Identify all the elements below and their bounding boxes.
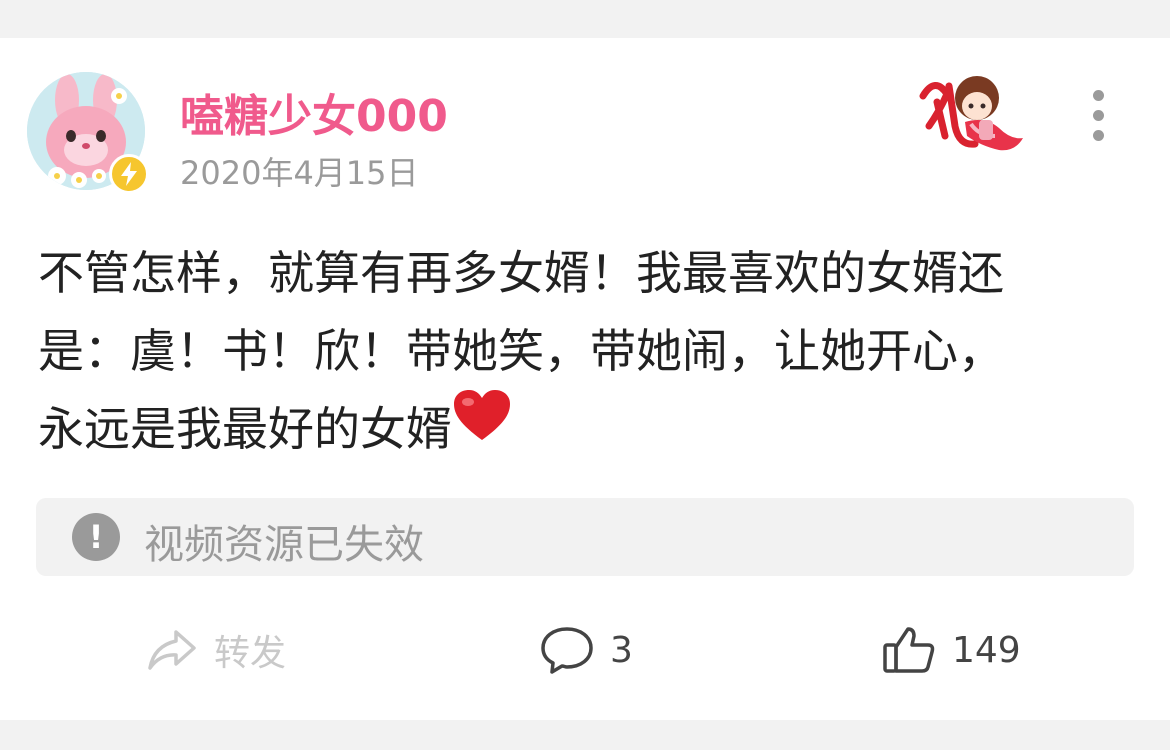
verified-badge [109, 154, 149, 194]
like-count: 149 [952, 629, 1021, 671]
post-card: 嗑糖少女000 2020年4月15日 不管怎样，就算有再多女婿！我最喜欢的女婿还… [0, 38, 1170, 720]
notice-text: 视频资源已失效 [144, 522, 424, 568]
thumbs-up-icon [883, 627, 935, 673]
heart-emoji-icon [452, 388, 512, 467]
post-text-line-content: 永远是我最好的女婿 [38, 402, 452, 456]
post-text-line: 永远是我最好的女婿 [38, 390, 1138, 468]
share-label: 转发 [214, 633, 287, 674]
more-dot-icon [1092, 130, 1104, 141]
lightning-icon [121, 162, 137, 186]
comment-count: 3 [610, 629, 633, 671]
username[interactable]: 嗑糖少女000 [180, 80, 448, 144]
video-unavailable-notice: ! 视频资源已失效 [36, 498, 1134, 576]
share-button[interactable]: 转发 [146, 620, 286, 680]
decoration-sticker [915, 66, 1033, 166]
more-options-button[interactable] [1080, 90, 1116, 150]
post-text-line: 不管怎样，就算有再多女婿！我最喜欢的女婿还 [38, 246, 1004, 300]
more-dot-icon [1092, 90, 1104, 101]
comment-button[interactable]: 3 [540, 620, 633, 680]
like-button[interactable]: 149 [882, 620, 1021, 680]
comment-bubble-icon [541, 627, 593, 674]
more-dot-icon [1092, 110, 1104, 121]
avatar[interactable] [27, 72, 149, 194]
post-body: 不管怎样，就算有再多女婿！我最喜欢的女婿还 是：虞！书！欣！带她笑，带她闹，让她… [38, 234, 1138, 468]
post-text-line: 是：虞！书！欣！带她笑，带她闹，让她开心， [38, 324, 1004, 378]
share-arrow-icon [148, 630, 196, 670]
post-date: 2020年4月15日 [180, 154, 419, 192]
exclamation-icon: ! [72, 513, 120, 561]
